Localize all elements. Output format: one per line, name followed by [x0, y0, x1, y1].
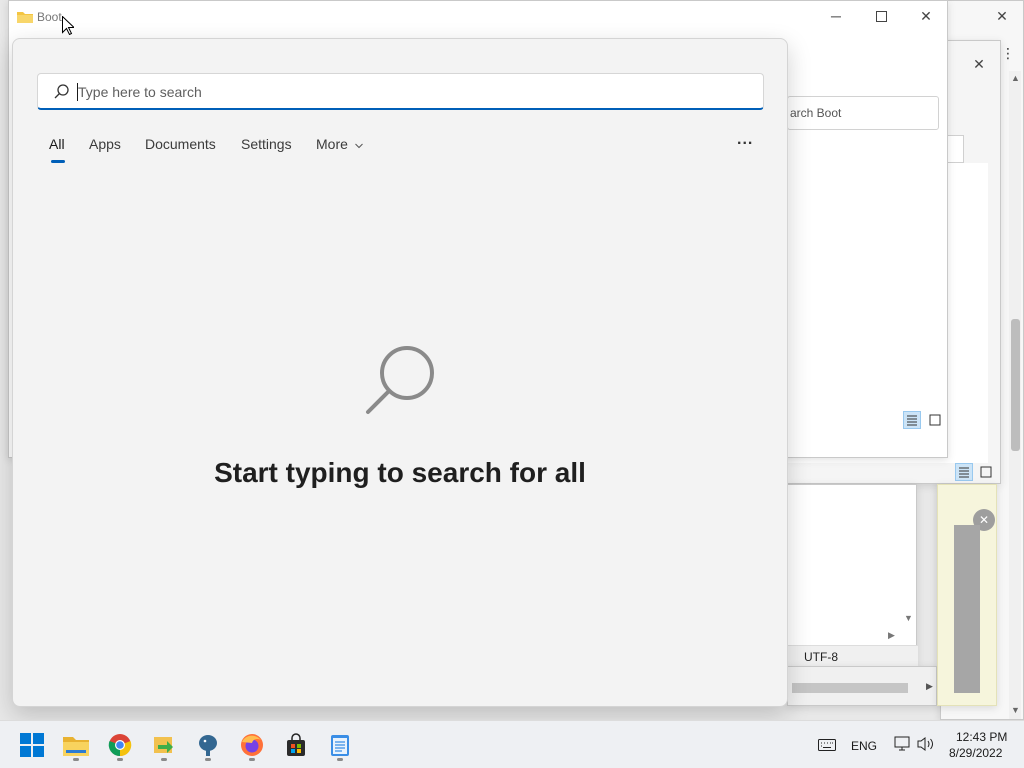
taskbar: ENG 12:43 PM 8/29/2022 [0, 720, 1024, 768]
search-placeholder: Type here to search [78, 84, 202, 100]
taskbar-postgresql[interactable] [188, 727, 228, 763]
chevron-down-icon [354, 141, 363, 151]
taskbar-app-arrow[interactable] [144, 727, 184, 763]
mouse-cursor-icon [62, 15, 76, 40]
windows-logo-icon [20, 733, 44, 757]
running-indicator [73, 758, 79, 761]
tiles-view-icon[interactable] [926, 411, 944, 429]
keyboard-icon[interactable] [818, 738, 836, 756]
more-options-button[interactable]: ... [737, 131, 753, 149]
firefox-icon [241, 734, 263, 756]
close-button[interactable]: ✕ [903, 1, 949, 31]
taskbar-store[interactable] [276, 727, 316, 763]
more-menu-icon[interactable]: ⋮ [1001, 45, 1015, 62]
tab-settings[interactable]: Settings [241, 136, 292, 152]
notepad-text-area[interactable] [788, 485, 904, 629]
running-indicator [117, 758, 123, 761]
running-indicator [161, 758, 167, 761]
background-window-yellow: ✕ [937, 484, 997, 706]
minimize-button[interactable]: ─ [813, 1, 859, 31]
notepad-status-bar: UTF-8 [788, 645, 918, 667]
start-button[interactable] [12, 727, 52, 763]
elephant-icon [199, 735, 217, 756]
scrollbar-thumb[interactable] [1011, 319, 1020, 451]
tab-more[interactable]: More [316, 136, 363, 152]
tab-documents[interactable]: Documents [145, 136, 216, 152]
taskbar-firefox[interactable] [232, 727, 272, 763]
yellow-window-panel [954, 525, 980, 693]
search-icon [54, 84, 69, 104]
scroll-up-icon[interactable]: ▲ [1011, 73, 1020, 83]
search-input[interactable]: Type here to search [37, 73, 764, 110]
close-window-2-button[interactable]: ✕ [956, 53, 1002, 75]
details-view-icon[interactable] [955, 463, 973, 481]
empty-state-title: Start typing to search for all [214, 457, 586, 488]
running-indicator [205, 758, 211, 761]
background-window-bottom: ▶ [787, 666, 937, 706]
close-window-3-button[interactable]: ✕ [979, 1, 1024, 31]
explorer-search-field[interactable]: arch Boot [787, 96, 939, 130]
taskbar-file-explorer[interactable] [56, 727, 96, 763]
scroll-right-icon[interactable]: ▶ [888, 630, 895, 641]
taskbar-notepad[interactable] [320, 727, 360, 763]
folder-icon [17, 10, 33, 28]
folder-icon [63, 737, 89, 756]
chrome-icon [108, 734, 132, 757]
search-flyout: Type here to search All Apps Documents S… [12, 38, 788, 707]
tiles-view-icon[interactable] [977, 463, 995, 481]
scroll-right-icon[interactable]: ▶ [926, 681, 933, 692]
window-title: Boot [37, 10, 62, 24]
taskbar-chrome[interactable] [100, 727, 140, 763]
scroll-down-icon[interactable]: ▼ [904, 613, 913, 623]
running-indicator [337, 758, 343, 761]
encoding-label: UTF-8 [804, 650, 838, 664]
details-view-icon[interactable] [903, 411, 921, 429]
large-search-icon [363, 341, 439, 422]
clock-date[interactable]: 8/29/2022 [949, 746, 1002, 760]
background-window-notepad: ▼ ▶ UTF-8 [787, 484, 918, 667]
tab-more-label: More [316, 136, 348, 152]
network-icon[interactable] [893, 736, 911, 757]
scroll-down-icon[interactable]: ▼ [1011, 705, 1020, 715]
running-indicator [249, 758, 255, 761]
tab-apps[interactable]: Apps [89, 136, 121, 152]
tab-all[interactable]: All [49, 136, 65, 152]
clock-time[interactable]: 12:43 PM [956, 730, 1007, 744]
horizontal-scrollbar[interactable] [792, 683, 908, 693]
volume-icon[interactable] [917, 736, 935, 757]
store-bag-icon [287, 733, 305, 756]
maximize-button[interactable] [858, 1, 904, 31]
explorer-search-placeholder: arch Boot [790, 106, 842, 120]
language-indicator[interactable]: ENG [851, 739, 877, 753]
green-arrow-icon [154, 737, 173, 753]
notepad-icon [331, 735, 349, 756]
active-tab-indicator [51, 160, 65, 163]
